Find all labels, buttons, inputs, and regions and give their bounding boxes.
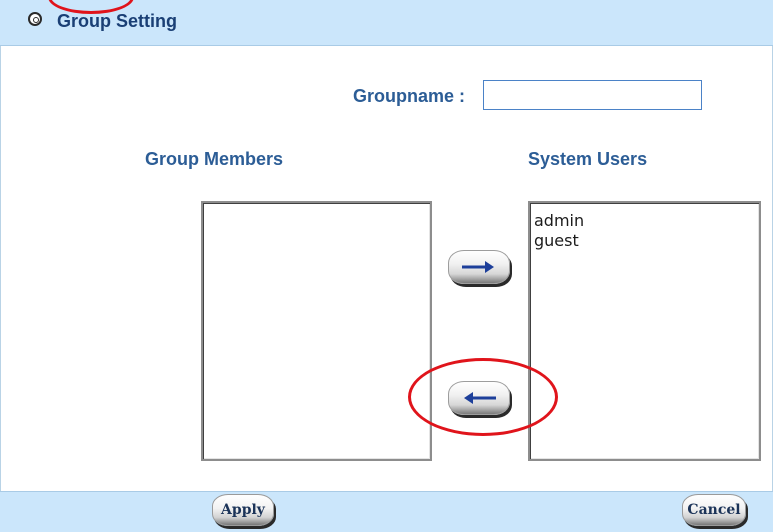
- group-members-list[interactable]: [201, 201, 432, 461]
- cancel-button[interactable]: Cancel: [682, 494, 746, 526]
- list-item[interactable]: admin: [530, 211, 759, 231]
- remove-member-button[interactable]: [448, 381, 510, 415]
- panel-title: Group Setting: [57, 11, 177, 31]
- apply-button[interactable]: Apply: [212, 494, 274, 526]
- system-users-list[interactable]: admin guest: [528, 201, 761, 461]
- list-item[interactable]: guest: [530, 231, 759, 251]
- arrow-left-icon: [449, 382, 509, 414]
- groupname-label: Groupname :: [353, 86, 466, 106]
- arrow-right-icon: [449, 251, 509, 283]
- panel-footer: [0, 491, 773, 532]
- group-members-label: Group Members: [145, 149, 284, 169]
- system-users-label: System Users: [528, 149, 648, 169]
- add-member-button[interactable]: [448, 250, 510, 284]
- settings-circle-icon: [28, 12, 42, 26]
- groupname-input[interactable]: [483, 80, 702, 110]
